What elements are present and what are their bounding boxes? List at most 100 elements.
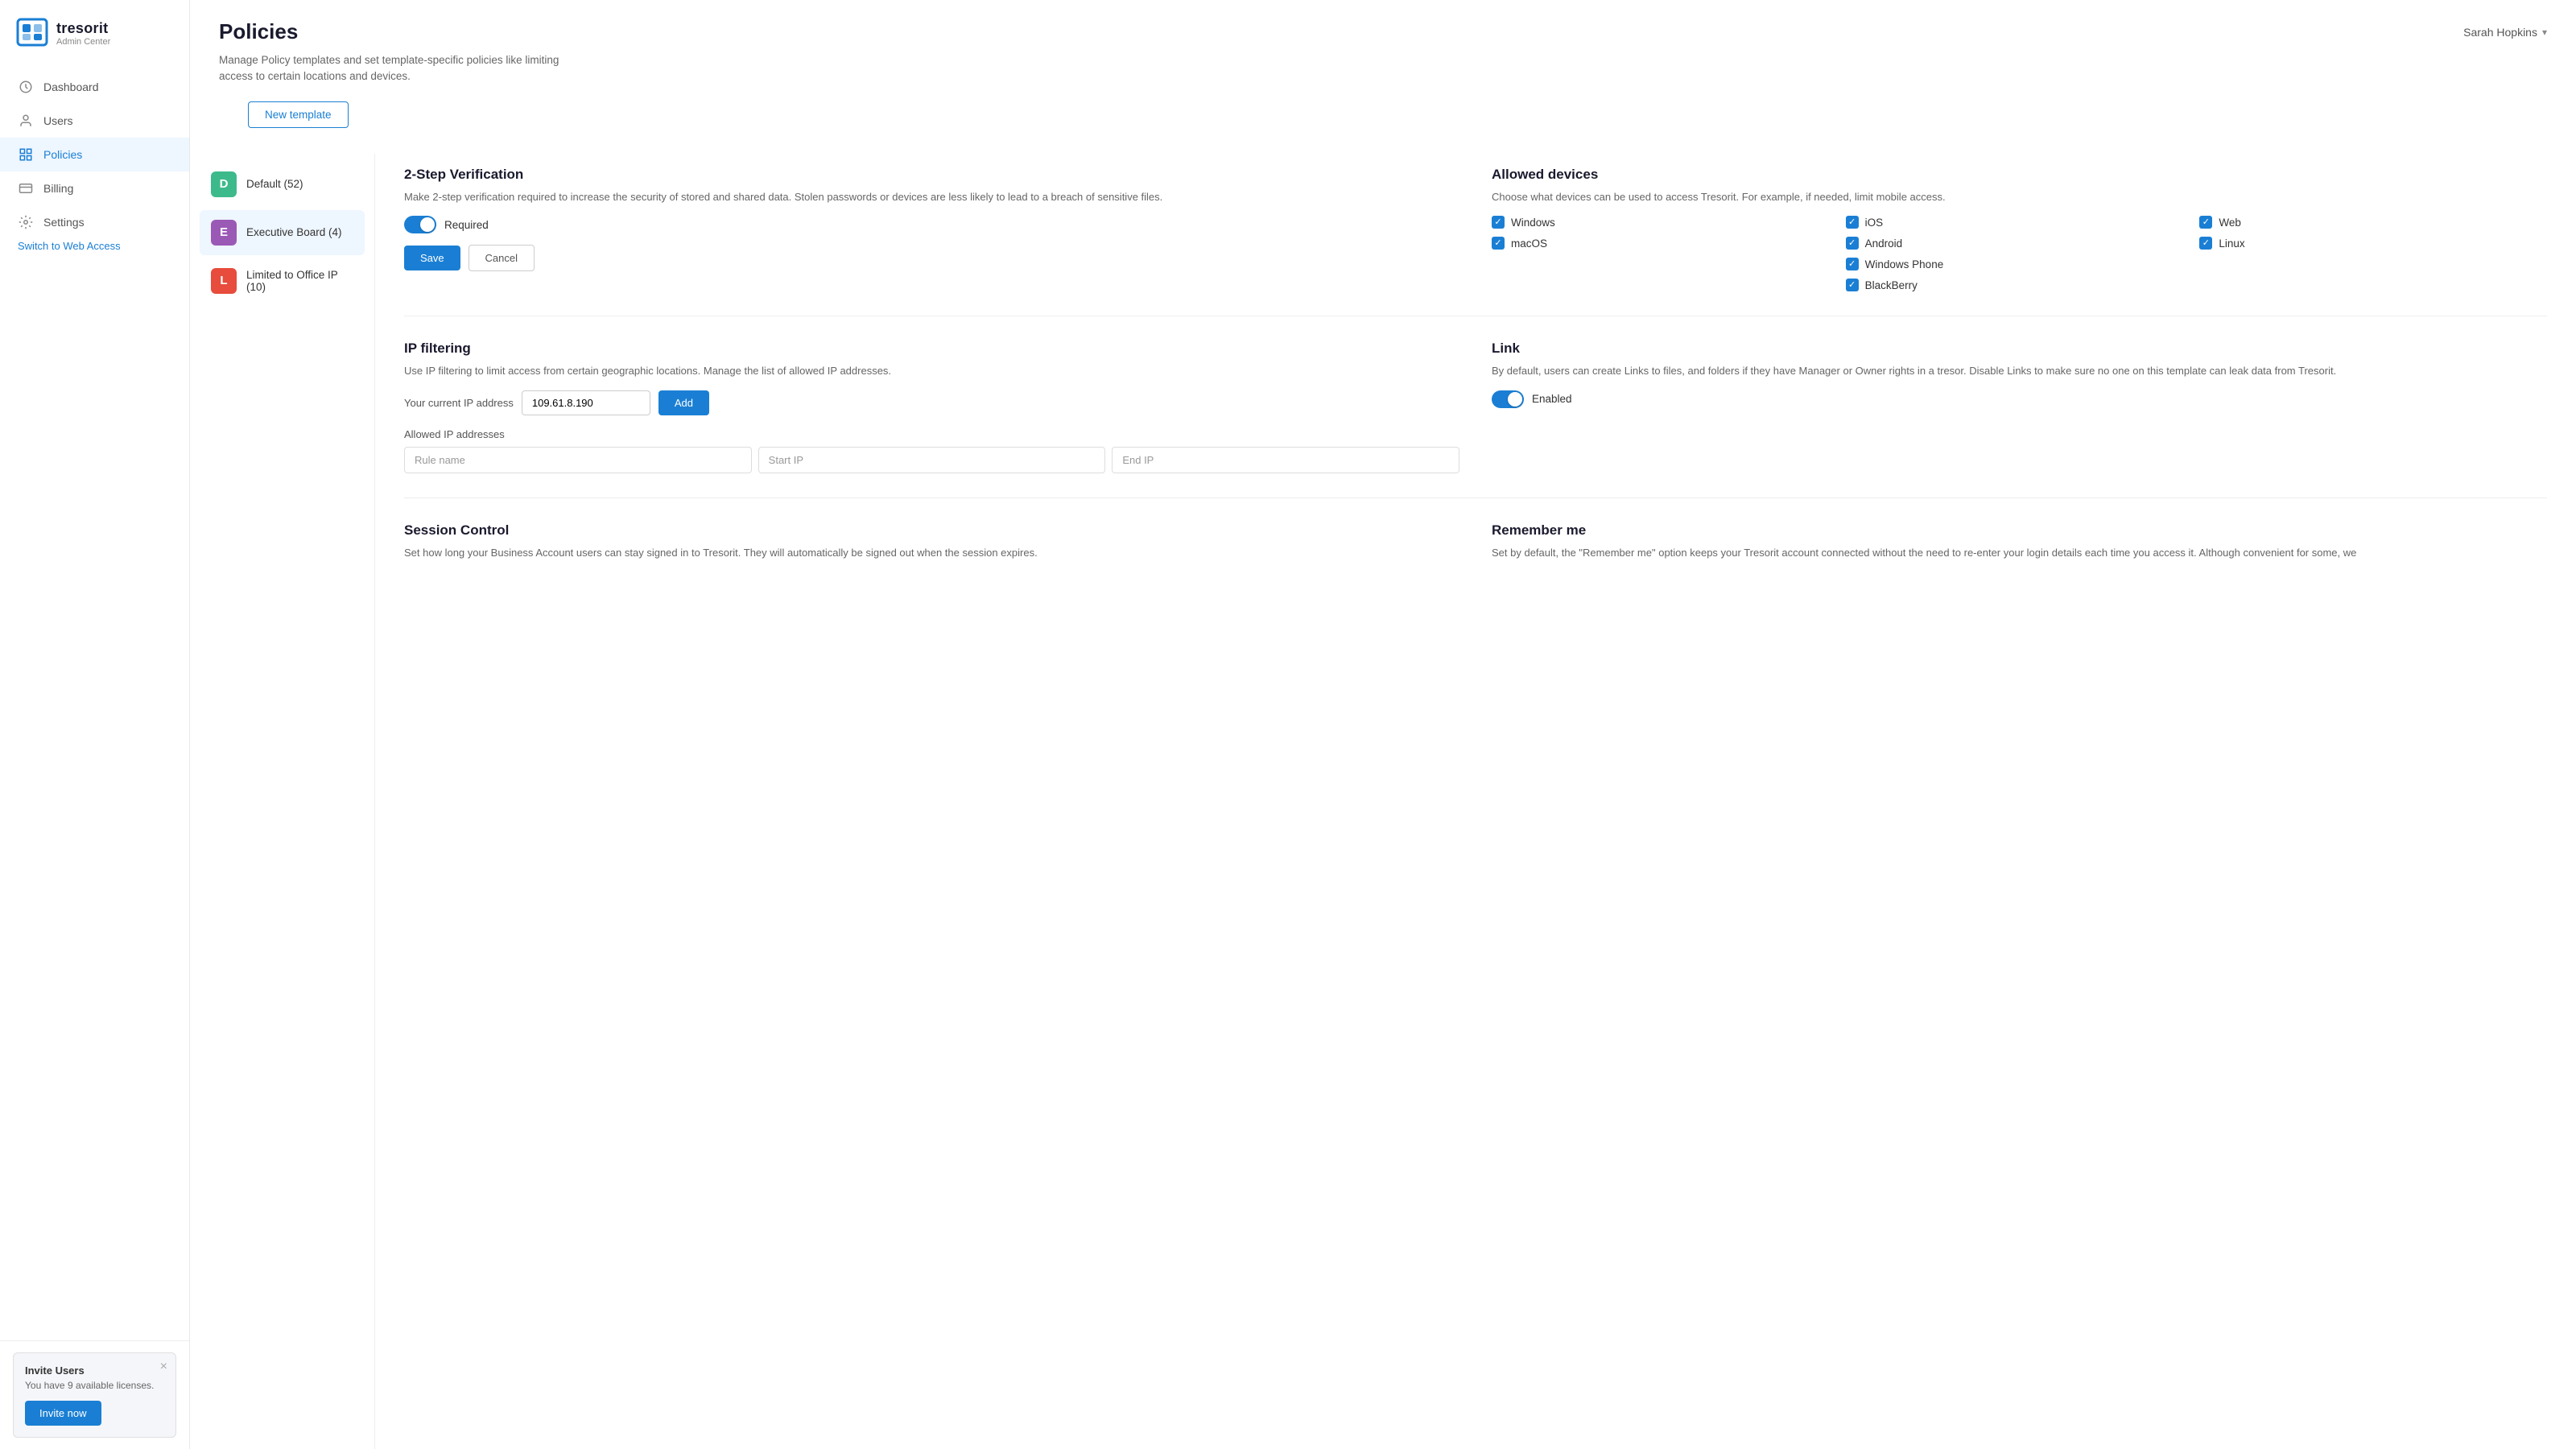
device-macos: macOS [1492,237,1839,250]
link-panel: Link By default, users can create Links … [1492,336,2547,478]
two-step-toggle[interactable] [404,216,436,233]
device-android-checkbox[interactable] [1846,237,1859,250]
allowed-devices-desc: Choose what devices can be used to acces… [1492,189,2547,205]
allowed-devices-title: Allowed devices [1492,167,2547,183]
app-name: tresorit [56,20,110,37]
grid-icon [18,147,34,163]
invite-desc: You have 9 available licenses. [25,1380,164,1391]
template-badge-exec: E [211,220,237,246]
sidebar-item-billing-label: Billing [43,182,73,195]
session-control-panel: Session Control Set how long your Busine… [404,518,1459,577]
sidebar-item-users-label: Users [43,114,73,127]
two-step-actions: Save Cancel [404,245,1459,271]
device-linux-label: Linux [2219,237,2244,250]
device-windows: Windows [1492,216,1839,229]
remember-me-panel: Remember me Set by default, the "Remembe… [1492,518,2547,577]
close-icon[interactable]: × [160,1360,167,1374]
device-ios-label: iOS [1865,217,1884,229]
device-android-label: Android [1865,237,1903,250]
two-step-toggle-label: Required [444,219,489,231]
ip-allowed-label: Allowed IP addresses [404,428,1459,440]
device-ios-checkbox[interactable] [1846,216,1859,229]
clock-icon [18,79,34,95]
device-blackberry-label: BlackBerry [1865,279,1918,291]
card-icon [18,180,34,196]
ip-current-input[interactable] [522,390,650,415]
user-menu[interactable]: Sarah Hopkins ▾ [2463,26,2547,39]
sidebar-item-dashboard[interactable]: Dashboard [0,70,189,104]
sidebar-item-billing[interactable]: Billing [0,171,189,205]
device-windows-checkbox[interactable] [1492,216,1505,229]
two-step-panel: 2-Step Verification Make 2-step verifica… [404,162,1459,297]
panels-grid: 2-Step Verification Make 2-step verifica… [404,162,2547,577]
remember-me-desc: Set by default, the "Remember me" option… [1492,545,2547,561]
two-step-toggle-row: Required [404,216,1459,233]
devices-grid: Windows iOS Web macOS [1492,216,2547,291]
ip-current-row: Your current IP address Add [404,390,1459,415]
tresorit-logo-icon [16,18,48,49]
device-android: Android [1846,237,2194,250]
page-title: Policies [219,19,298,44]
link-toggle[interactable] [1492,390,1524,408]
policy-panels: 2-Step Verification Make 2-step verifica… [375,154,2576,1449]
invite-now-button[interactable]: Invite now [25,1401,101,1426]
ip-filtering-panel: IP filtering Use IP filtering to limit a… [404,336,1459,478]
two-step-desc: Make 2-step verification required to inc… [404,189,1459,205]
topbar: Policies Sarah Hopkins ▾ [190,0,2576,44]
device-windowsphone-label: Windows Phone [1865,258,1944,270]
switch-to-web-access-link[interactable]: Switch to Web Access [0,229,138,260]
two-step-cancel-button[interactable]: Cancel [469,245,535,271]
ip-filtering-title: IP filtering [404,341,1459,357]
invite-title: Invite Users [25,1364,164,1377]
sidebar-nav: Dashboard Users Policies Billing Setting… [0,64,189,1340]
template-item-exec[interactable]: E Executive Board (4) [200,210,365,255]
ip-col-rule: Rule name [404,447,752,473]
device-windowsphone: Windows Phone [1846,258,2194,270]
device-ios: iOS [1846,216,2194,229]
new-template-button[interactable]: New template [248,101,349,128]
sidebar-item-policies[interactable]: Policies [0,138,189,171]
ip-add-button[interactable]: Add [658,390,709,415]
logo: tresorit Admin Center [0,0,189,64]
user-name: Sarah Hopkins [2463,26,2537,39]
session-control-title: Session Control [404,522,1459,539]
session-control-desc: Set how long your Business Account users… [404,545,1459,561]
two-step-save-button[interactable]: Save [404,246,460,270]
device-linux: Linux [2199,237,2547,250]
sidebar-item-settings-label: Settings [43,216,85,229]
template-item-default[interactable]: D Default (52) [200,162,365,207]
device-linux-checkbox[interactable] [2199,237,2212,250]
template-badge-default: D [211,171,237,197]
invite-card: × Invite Users You have 9 available lice… [13,1352,176,1438]
device-web-checkbox[interactable] [2199,216,2212,229]
link-toggle-row: Enabled [1492,390,2547,408]
device-blackberry: BlackBerry [1846,279,2194,291]
device-macos-checkbox[interactable] [1492,237,1505,250]
sidebar-item-users[interactable]: Users [0,104,189,138]
logo-text: tresorit Admin Center [56,20,110,47]
template-name-default: Default (52) [246,178,303,190]
device-web-label: Web [2219,217,2241,229]
template-list: D Default (52) E Executive Board (4) L L… [190,154,375,1449]
template-name-exec: Executive Board (4) [246,226,342,238]
settings-icon [18,214,34,230]
link-title: Link [1492,341,2547,357]
sidebar-footer: × Invite Users You have 9 available lice… [0,1340,189,1449]
ip-col-start: Start IP [758,447,1106,473]
sidebar-item-dashboard-label: Dashboard [43,80,99,93]
template-item-limited[interactable]: L Limited to Office IP (10) [200,258,365,303]
app-subtitle: Admin Center [56,37,110,47]
device-macos-label: macOS [1511,237,1547,250]
sidebar-item-policies-label: Policies [43,148,82,161]
ip-table-header: Rule name Start IP End IP [404,447,1459,473]
template-badge-limited: L [211,268,237,294]
ip-filtering-desc: Use IP filtering to limit access from ce… [404,363,1459,379]
device-windows-label: Windows [1511,217,1555,229]
device-windowsphone-checkbox[interactable] [1846,258,1859,270]
link-desc: By default, users can create Links to fi… [1492,363,2547,379]
link-toggle-label: Enabled [1532,393,1572,405]
device-web: Web [2199,216,2547,229]
device-blackberry-checkbox[interactable] [1846,279,1859,291]
content-area: D Default (52) E Executive Board (4) L L… [190,154,2576,1449]
ip-current-label: Your current IP address [404,397,514,409]
